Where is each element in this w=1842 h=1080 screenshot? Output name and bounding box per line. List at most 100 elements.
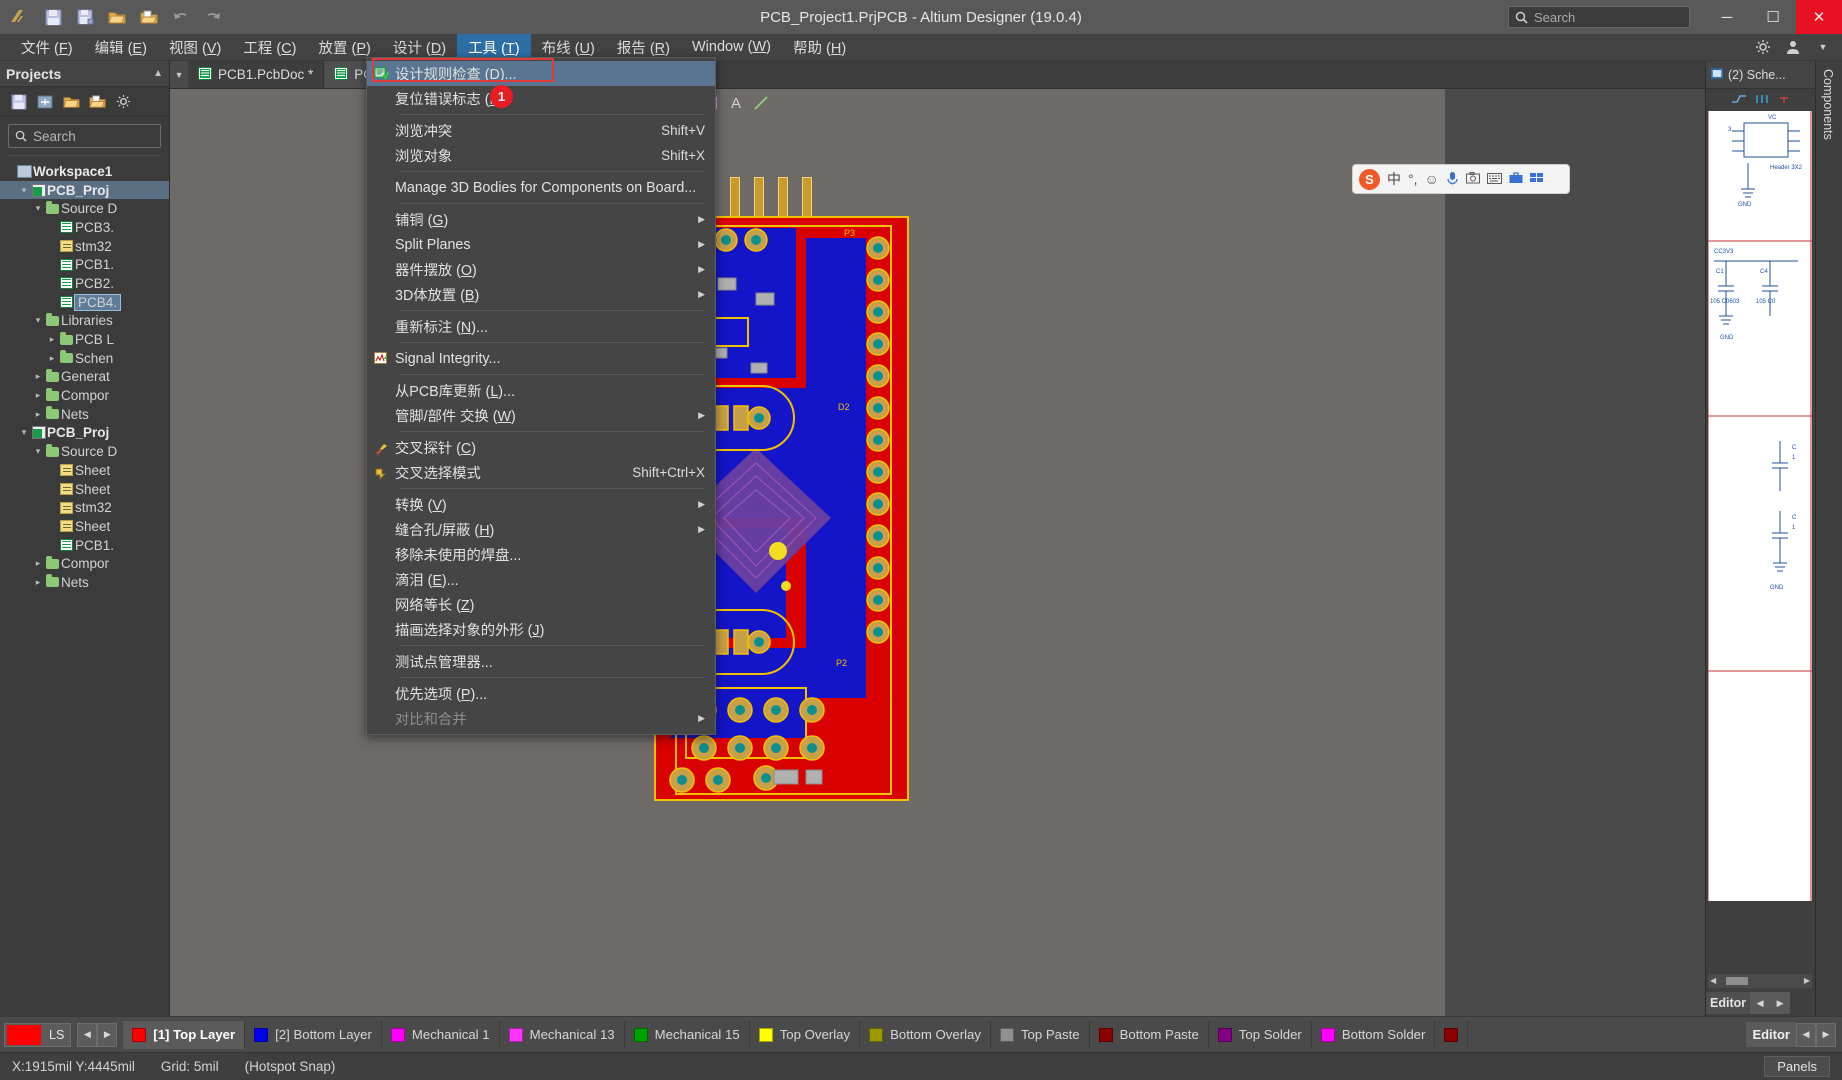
document-tab-0[interactable]: PCB1.PcbDoc * — [188, 61, 325, 88]
tree-item-generat[interactable]: ▸ Generat — [0, 368, 169, 387]
tools-menu-item-9[interactable]: 重新标注 (N)... — [367, 314, 715, 339]
toolbox-icon[interactable] — [1509, 171, 1523, 187]
tree-item-nets[interactable]: ▸ Nets — [0, 573, 169, 592]
tools-menu-item-1[interactable]: 复位错误标志 (M) — [367, 86, 715, 111]
layer-tab-mechanical-1[interactable]: Mechanical 1 — [382, 1020, 500, 1049]
tree-item-pcb3[interactable]: PCB3. — [0, 218, 169, 237]
open-project-folder-icon[interactable] — [86, 91, 108, 113]
user-icon[interactable] — [1784, 38, 1802, 56]
tree-item-pcb2[interactable]: PCB2. — [0, 274, 169, 293]
menu-v[interactable]: 视图 (V) — [158, 34, 232, 61]
tree-item-sheet[interactable]: Sheet — [0, 461, 169, 480]
scroll-left-icon[interactable]: ◀ — [1710, 976, 1716, 985]
layer-tab-1-top-layer[interactable]: [1] Top Layer — [123, 1020, 246, 1049]
tree-item-pcb1[interactable]: PCB1. — [0, 536, 169, 555]
projects-search-input[interactable] — [33, 128, 143, 144]
maximize-button[interactable]: ☐ — [1750, 0, 1796, 34]
layer-tab-bottom-paste[interactable]: Bottom Paste — [1090, 1020, 1209, 1049]
tree-item-stm32[interactable]: stm32 — [0, 498, 169, 517]
layer-tab-top-paste[interactable]: Top Paste — [991, 1020, 1090, 1049]
menu-e[interactable]: 编辑 (E) — [84, 34, 158, 61]
tools-menu-item-8[interactable]: 3D体放置 (B) ▶ — [367, 282, 715, 307]
tools-menu-item-0[interactable]: 设计规则检查 (D)... — [367, 61, 715, 86]
ime-punctuation-label[interactable]: °, — [1408, 171, 1418, 187]
layer-tab-mechanical-15[interactable]: Mechanical 15 — [625, 1020, 750, 1049]
tools-menu-item-7[interactable]: 器件摆放 (O) ▶ — [367, 257, 715, 282]
editor-tab-label[interactable]: Editor — [1706, 992, 1751, 1014]
undo-icon[interactable] — [166, 3, 196, 31]
panel-settings-icon[interactable] — [112, 91, 134, 113]
tree-item-compor[interactable]: ▸ Compor — [0, 554, 169, 573]
menu-f[interactable]: 文件 (F) — [10, 34, 84, 61]
layer-tab-11[interactable] — [1435, 1020, 1469, 1049]
more-icon[interactable] — [1529, 171, 1544, 187]
tools-menu-item-13[interactable]: 交叉探针 (C) — [367, 435, 715, 460]
schematic-preview-canvas[interactable]: VC GND Header 3X2 3 CC3V3 C1 C4 105 C060… — [1708, 111, 1812, 901]
layer-tab-mechanical-13[interactable]: Mechanical 13 — [500, 1020, 625, 1049]
tree-expander[interactable]: ▸ — [46, 353, 58, 364]
scroll-right-icon[interactable]: ▶ — [1804, 976, 1810, 985]
close-button[interactable]: ✕ — [1796, 0, 1842, 34]
panels-button[interactable]: Panels — [1764, 1056, 1830, 1077]
projects-search-box[interactable] — [8, 124, 161, 148]
tools-menu-item-5[interactable]: 铺铜 (G) ▶ — [367, 207, 715, 232]
tree-item-sheet[interactable]: Sheet — [0, 480, 169, 499]
tools-menu-item-6[interactable]: Split Planes ▶ — [367, 232, 715, 257]
global-search-box[interactable] — [1508, 6, 1690, 28]
tree-expander[interactable]: ▸ — [32, 558, 44, 569]
tree-item-pcb-l[interactable]: ▸ PCB L — [0, 330, 169, 349]
scrollbar-thumb[interactable] — [1726, 977, 1748, 985]
string-icon[interactable]: A — [725, 92, 747, 114]
open-project-icon[interactable] — [134, 3, 164, 31]
menu-h[interactable]: 帮助 (H) — [782, 34, 857, 61]
tree-item-source-d[interactable]: ▾ Source D — [0, 199, 169, 218]
tree-item-sheet[interactable]: Sheet — [0, 517, 169, 536]
tree-item-stm32[interactable]: stm32 — [0, 237, 169, 256]
sogou-logo-icon[interactable]: S — [1359, 168, 1380, 190]
tree-expander[interactable]: ▾ — [32, 203, 44, 214]
bus-icon[interactable] — [1755, 92, 1769, 108]
tab-list-dropdown-icon[interactable]: ▼ — [170, 61, 188, 88]
tools-menu-item-3[interactable]: 浏览对象 Shift+X — [367, 143, 715, 168]
compile-icon[interactable] — [34, 91, 56, 113]
layer-set-swatch[interactable]: LS — [4, 1022, 72, 1047]
tools-menu-item-2[interactable]: 浏览冲突 Shift+V — [367, 118, 715, 143]
tree-item-compor[interactable]: ▸ Compor — [0, 386, 169, 405]
tools-menu-item-17[interactable]: 移除未使用的焊盘... — [367, 542, 715, 567]
pcb-canvas[interactable]: A P3 D2 P2 — [170, 89, 1445, 1016]
layer-tab-2-bottom-layer[interactable]: [2] Bottom Layer — [245, 1020, 382, 1049]
tree-expander[interactable]: ▸ — [46, 334, 58, 345]
tools-menu-item-14[interactable]: 交叉选择模式 Shift+Ctrl+X — [367, 460, 715, 485]
tree-expander[interactable]: ▾ — [32, 315, 44, 326]
editor-next-button[interactable]: ▶ — [1816, 1022, 1836, 1047]
tree-item-pcb-proj[interactable]: ▾ PCB_Proj — [0, 424, 169, 443]
tree-item-libraries[interactable]: ▾ Libraries — [0, 312, 169, 331]
chevron-down-icon[interactable]: ▼ — [1814, 38, 1832, 56]
editor-prev-button[interactable]: ◀ — [1796, 1022, 1816, 1047]
layer-next-button[interactable]: ▶ — [97, 1022, 118, 1047]
tree-item-pcb-proj[interactable]: ▾ PCB_Proj — [0, 180, 169, 200]
schematic-preview-hscrollbar[interactable]: ◀ ▶ — [1708, 974, 1812, 988]
tools-menu-item-11[interactable]: 从PCB库更新 (L)... — [367, 378, 715, 403]
tree-expander[interactable]: ▸ — [32, 409, 44, 420]
tools-dropdown-menu[interactable]: 设计规则检查 (D)... 复位错误标志 (M) 浏览冲突 Shift+V 浏览对象 Sh… — [366, 57, 716, 735]
layer-tab-bottom-overlay[interactable]: Bottom Overlay — [860, 1020, 991, 1049]
editor-dock-tab[interactable]: Editor — [1746, 1022, 1796, 1047]
tools-menu-item-20[interactable]: 描画选择对象的外形 (J) — [367, 617, 715, 642]
tree-item-schen[interactable]: ▸ Schen — [0, 349, 169, 368]
redo-icon[interactable] — [198, 3, 228, 31]
save-all-icon[interactable] — [70, 3, 100, 31]
open-icon[interactable] — [102, 3, 132, 31]
tree-item-nets[interactable]: ▸ Nets — [0, 405, 169, 424]
tools-menu-item-21[interactable]: 测试点管理器... — [367, 649, 715, 674]
menu-c[interactable]: 工程 (C) — [232, 34, 307, 61]
tools-menu-item-19[interactable]: 网络等长 (Z) — [367, 592, 715, 617]
emoji-icon[interactable]: ☺ — [1425, 171, 1439, 187]
power-port-icon[interactable] — [1777, 92, 1791, 108]
tree-expander[interactable]: ▾ — [18, 427, 30, 438]
tree-expander[interactable]: ▾ — [32, 446, 44, 457]
screenshot-icon[interactable] — [1465, 171, 1480, 187]
tools-menu-item-22[interactable]: 优先选项 (P)... — [367, 681, 715, 706]
mic-icon[interactable] — [1446, 171, 1459, 188]
menu-w[interactable]: Window (W) — [681, 36, 782, 58]
